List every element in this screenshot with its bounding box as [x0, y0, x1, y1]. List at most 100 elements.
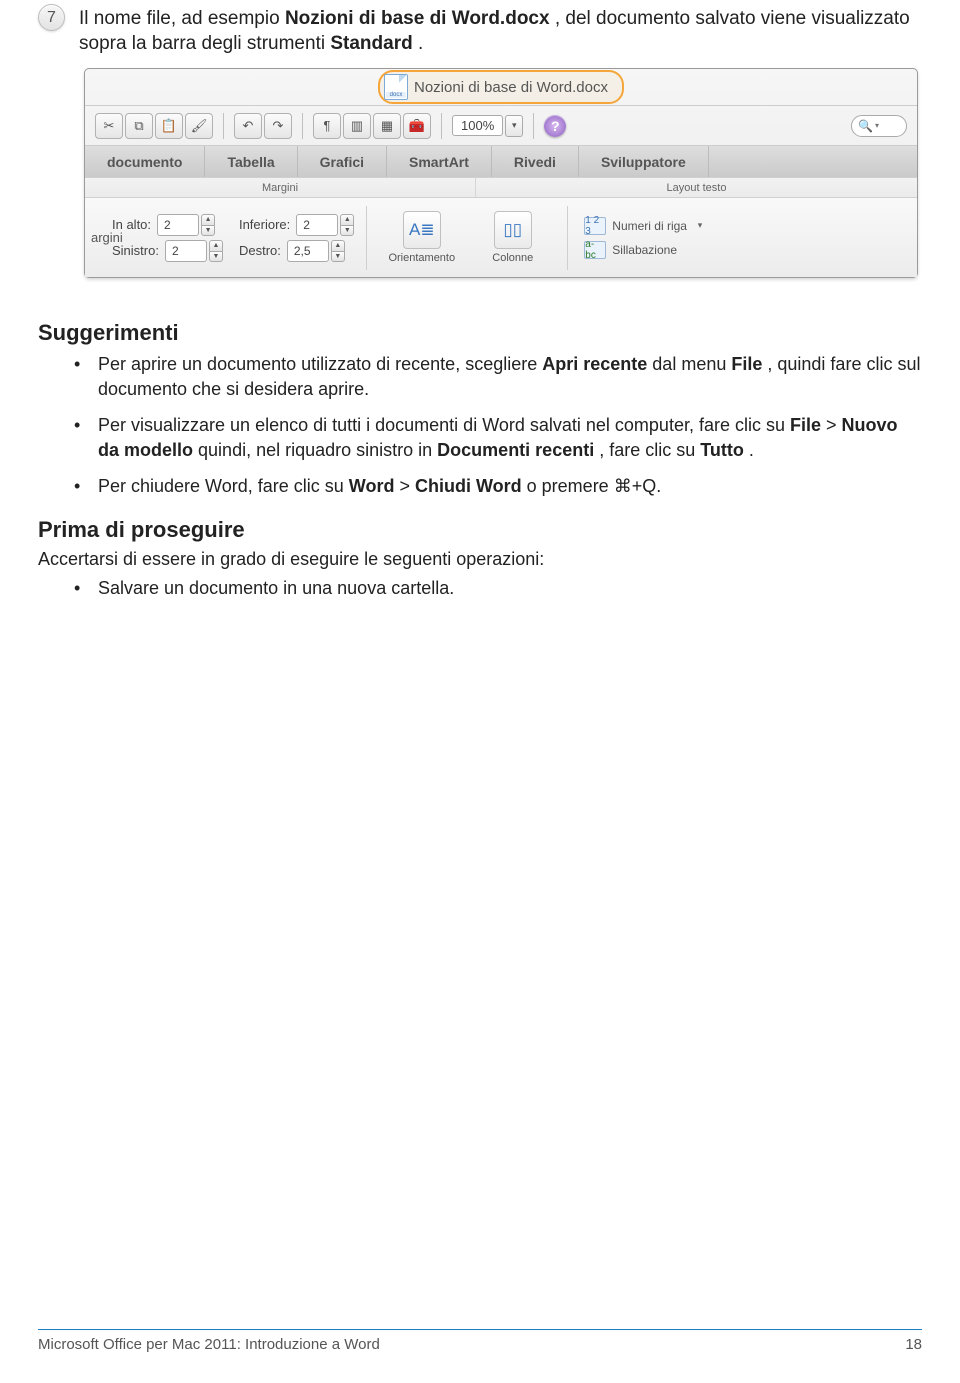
tab-sviluppatore[interactable]: Sviluppatore: [579, 146, 709, 177]
stepper[interactable]: ▲▼: [331, 240, 345, 262]
margin-bottom-input[interactable]: 2: [296, 214, 338, 236]
tip-item: Per visualizzare un elenco di tutti i do…: [98, 413, 922, 462]
chevron-down-icon[interactable]: ▼: [201, 225, 215, 236]
separator: [533, 113, 534, 139]
chevron-up-icon[interactable]: ▲: [331, 240, 345, 251]
chevron-up-icon[interactable]: ▲: [201, 214, 215, 225]
chevron-up-icon[interactable]: ▲: [209, 240, 223, 251]
text: o premere ⌘+Q.: [527, 476, 662, 496]
text: quindi, nel riquadro sinistro in: [198, 440, 437, 460]
zoom-value[interactable]: 100%: [452, 115, 503, 136]
hyphenation-option[interactable]: a- bc Sillabazione: [584, 241, 707, 259]
before-continue-heading: Prima di proseguire: [38, 517, 922, 543]
tips-list: Per aprire un documento utilizzato di re…: [38, 352, 922, 498]
columns-button[interactable]: ▯▯ Colonne: [470, 211, 555, 264]
bold: Documenti recenti: [437, 440, 594, 460]
window-titlebar: Nozioni di base di Word.docx: [85, 69, 917, 105]
search-icon: 🔍: [858, 119, 873, 133]
bold: Apri recente: [542, 354, 647, 374]
margin-left-input[interactable]: 2: [165, 240, 207, 262]
label: Orientamento: [388, 252, 455, 264]
redo-icon[interactable]: ↷: [264, 113, 292, 139]
tab-documento[interactable]: documento: [85, 146, 205, 177]
margin-bottom-field: Inferiore: 2 ▲▼: [239, 214, 354, 236]
text: dal menu: [652, 354, 731, 374]
filename-bold: Nozioni di base di Word.docx: [285, 8, 550, 29]
help-icon[interactable]: ?: [544, 115, 566, 137]
window-title: Nozioni di base di Word.docx: [414, 79, 608, 96]
tip-item: Per chiudere Word, fare clic su Word > C…: [98, 474, 922, 498]
hyphenation-icon: a- bc: [584, 241, 606, 259]
tab-tabella[interactable]: Tabella: [205, 146, 297, 177]
separator: [302, 113, 303, 139]
toolbar-group-history: ↶ ↷: [234, 113, 292, 139]
toolbar-group-view: ¶ ▥ ▦ 🧰: [313, 113, 431, 139]
zoom-control[interactable]: 100% ▾: [452, 115, 523, 137]
bold: File: [790, 415, 821, 435]
label: Numeri di riga: [612, 219, 687, 233]
sidebar-icon[interactable]: ▥: [343, 113, 371, 139]
orientation-button[interactable]: A≣ Orientamento: [379, 211, 464, 264]
line-numbers-icon: 1 2 3: [584, 217, 606, 235]
chevron-down-icon[interactable]: ▼: [209, 251, 223, 262]
text: >: [826, 415, 842, 435]
format-painter-icon[interactable]: 🖌: [185, 113, 213, 139]
document-icon: [384, 74, 408, 100]
tip-item: Per aprire un documento utilizzato di re…: [98, 352, 922, 401]
text: .: [749, 440, 754, 460]
stepper[interactable]: ▲▼: [209, 240, 223, 262]
pilcrow-icon[interactable]: ¶: [313, 113, 341, 139]
ribbon-group-labels: Margini Layout testo: [85, 177, 917, 197]
bold: File: [731, 354, 762, 374]
toolbar-name-bold: Standard: [330, 33, 412, 54]
page-footer: Microsoft Office per Mac 2011: Introduzi…: [38, 1329, 922, 1353]
margins-fields: In alto: 2 ▲▼ Sinistro: 2 ▲▼ Inferiore: [112, 214, 354, 262]
search-input[interactable]: 🔍▾: [851, 115, 907, 137]
chevron-down-icon[interactable]: ▾: [693, 220, 707, 231]
label: Sillabazione: [612, 243, 677, 257]
margin-left-field: Sinistro: 2 ▲▼: [112, 240, 223, 262]
standard-toolbar: ✂ ⧉ 📋 🖌 ↶ ↷ ¶ ▥ ▦ 🧰 100% ▾ ? 🔍▾: [85, 105, 917, 145]
title-highlight: Nozioni di base di Word.docx: [378, 70, 624, 104]
step-text: Il nome file, ad esempio Nozioni di base…: [79, 4, 922, 56]
columns-icon: ▯▯: [494, 211, 532, 249]
separator: [441, 113, 442, 139]
text: Il nome file, ad esempio: [79, 8, 285, 29]
text: Per aprire un documento utilizzato di re…: [98, 354, 542, 374]
undo-icon[interactable]: ↶: [234, 113, 262, 139]
tab-grafici[interactable]: Grafici: [298, 146, 387, 177]
tab-smartart[interactable]: SmartArt: [387, 146, 492, 177]
chevron-down-icon[interactable]: ▾: [505, 115, 523, 137]
before-continue-sub: Accertarsi di essere in grado di eseguir…: [38, 549, 922, 570]
paste-icon[interactable]: 📋: [155, 113, 183, 139]
ribbon-content-row: argini In alto: 2 ▲▼ Sinistro: 2 ▲▼: [85, 197, 917, 277]
margin-right-field: Destro: 2,5 ▲▼: [239, 240, 354, 262]
chevron-down-icon[interactable]: ▼: [340, 225, 354, 236]
bold: Chiudi Word: [415, 476, 522, 496]
tab-rivedi[interactable]: Rivedi: [492, 146, 579, 177]
toolbox-icon[interactable]: 🧰: [403, 113, 431, 139]
gallery-icon[interactable]: ▦: [373, 113, 401, 139]
label: Destro:: [239, 243, 281, 258]
label: Inferiore:: [239, 217, 290, 232]
margin-top-input[interactable]: 2: [157, 214, 199, 236]
footer-rule: [38, 1329, 922, 1330]
stepper[interactable]: ▲▼: [340, 214, 354, 236]
tips-heading: Suggerimenti: [38, 320, 922, 346]
list-item: Salvare un documento in una nuova cartel…: [98, 576, 922, 600]
ribbon-tabs: documento Tabella Grafici SmartArt Rived…: [85, 145, 917, 177]
chevron-down-icon[interactable]: ▼: [331, 251, 345, 262]
line-numbers-option[interactable]: 1 2 3 Numeri di riga ▾: [584, 217, 707, 235]
chevron-up-icon[interactable]: ▲: [340, 214, 354, 225]
copy-icon[interactable]: ⧉: [125, 113, 153, 139]
stepper[interactable]: ▲▼: [201, 214, 215, 236]
bold: Tutto: [700, 440, 744, 460]
side-tab-margini[interactable]: argini: [91, 230, 106, 245]
step-number-badge: 7: [38, 4, 65, 31]
chevron-down-icon: ▾: [875, 121, 879, 130]
separator: [223, 113, 224, 139]
text: Per visualizzare un elenco di tutti i do…: [98, 415, 790, 435]
scissors-icon[interactable]: ✂: [95, 113, 123, 139]
before-continue-list: Salvare un documento in una nuova cartel…: [38, 576, 922, 600]
margin-right-input[interactable]: 2,5: [287, 240, 329, 262]
